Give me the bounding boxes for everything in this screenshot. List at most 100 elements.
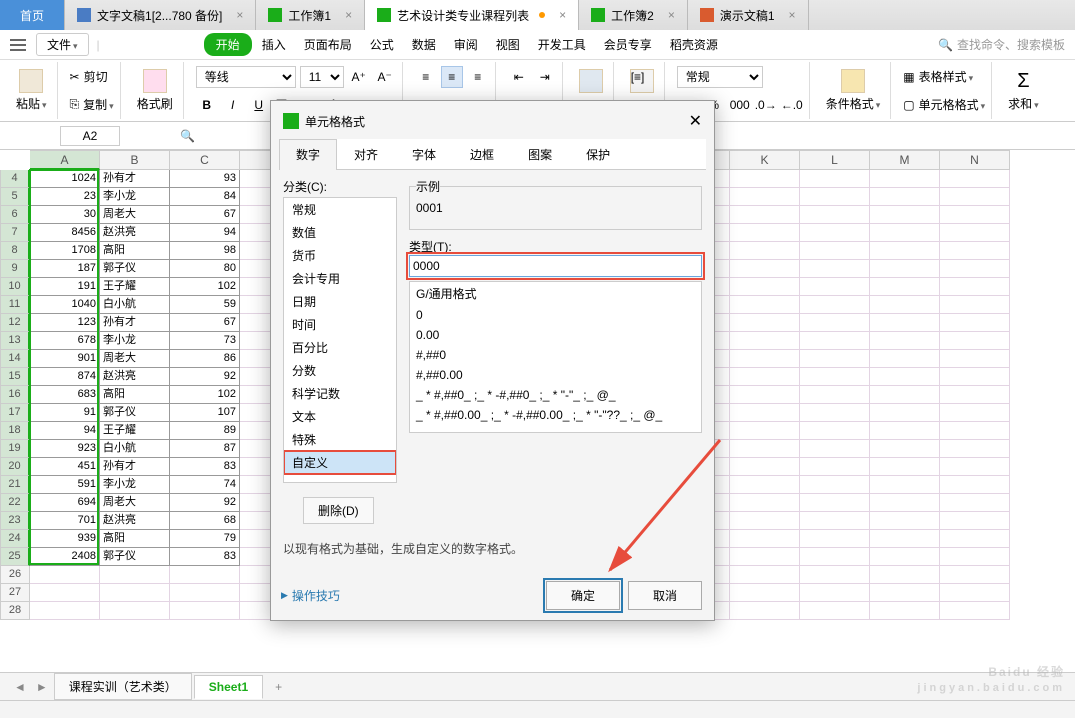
sheet-next-icon[interactable]: ► [32,680,52,694]
cell[interactable]: 周老大 [100,206,170,224]
cell[interactable]: 923 [30,440,100,458]
category-list[interactable]: 常规数值货币会计专用日期时间百分比分数科学记数文本特殊自定义 [283,197,397,483]
cell[interactable] [870,602,940,620]
row-header[interactable]: 6 [0,206,30,224]
cell[interactable]: 123 [30,314,100,332]
cell[interactable]: 107 [170,404,240,422]
sheet-tab-active[interactable]: Sheet1 [194,675,263,699]
cell[interactable]: 694 [30,494,100,512]
cell[interactable] [800,404,870,422]
tab-home[interactable]: 首页 [0,0,65,30]
hamburger-icon[interactable] [10,39,26,51]
cell[interactable] [730,404,800,422]
cell[interactable] [870,566,940,584]
file-menu[interactable]: 文件 [36,33,89,56]
cancel-button[interactable]: 取消 [628,581,702,610]
cell[interactable] [940,224,1010,242]
tips-link[interactable]: 操作技巧 [281,587,340,604]
align-mid-icon[interactable]: ≡ [441,66,463,88]
cell[interactable] [800,260,870,278]
cell[interactable]: 2408 [30,548,100,566]
cell[interactable] [870,170,940,188]
shrink-font-icon[interactable]: A⁻ [374,66,396,88]
cell[interactable]: 83 [170,548,240,566]
cell[interactable] [940,278,1010,296]
cell[interactable] [940,458,1010,476]
cell[interactable] [100,602,170,620]
tab-ppt[interactable]: 演示文稿1× [688,0,809,30]
menu-data[interactable]: 数据 [404,32,444,57]
cell[interactable]: 901 [30,350,100,368]
cell[interactable] [870,368,940,386]
cell[interactable] [100,566,170,584]
close-icon[interactable]: ✕ [689,111,702,131]
category-item[interactable]: 科学记数 [284,382,396,405]
cell[interactable]: 191 [30,278,100,296]
category-item[interactable]: 常规 [284,198,396,221]
cell[interactable] [940,170,1010,188]
cell[interactable] [870,314,940,332]
cell[interactable] [870,206,940,224]
cell[interactable] [940,350,1010,368]
cell[interactable] [940,332,1010,350]
cell[interactable] [730,458,800,476]
type-item[interactable]: #,##0 [410,345,701,365]
cell[interactable]: 8456 [30,224,100,242]
sheet-prev-icon[interactable]: ◄ [10,680,30,694]
cell[interactable] [940,296,1010,314]
menu-vip[interactable]: 会员专享 [596,32,660,57]
underline-icon[interactable]: U [248,94,270,116]
cell[interactable]: 68 [170,512,240,530]
row-header[interactable]: 20 [0,458,30,476]
row-header[interactable]: 9 [0,260,30,278]
cell[interactable] [30,584,100,602]
cell[interactable]: 1024 [30,170,100,188]
tab-sheet2[interactable]: 工作簿2× [579,0,688,30]
cell[interactable]: 94 [170,224,240,242]
row-header[interactable]: 4 [0,170,30,188]
cell[interactable]: 1708 [30,242,100,260]
row-header[interactable]: 18 [0,422,30,440]
menu-review[interactable]: 审阅 [446,32,486,57]
cell[interactable]: 102 [170,278,240,296]
cell[interactable] [730,548,800,566]
cell[interactable] [800,530,870,548]
cell[interactable] [730,188,800,206]
category-item[interactable]: 特殊 [284,428,396,451]
cell[interactable] [800,224,870,242]
cell[interactable]: 89 [170,422,240,440]
close-icon[interactable]: × [236,8,243,22]
cell[interactable] [940,530,1010,548]
tab-font[interactable]: 字体 [395,139,453,169]
cell[interactable]: 王子耀 [100,422,170,440]
category-item[interactable]: 分数 [284,359,396,382]
font-select[interactable]: 等线 [196,66,296,88]
type-input[interactable] [409,255,702,277]
cell[interactable]: 87 [170,440,240,458]
cell[interactable] [940,440,1010,458]
cell[interactable]: 1040 [30,296,100,314]
cell[interactable] [730,584,800,602]
cell[interactable] [800,170,870,188]
type-item[interactable]: G/通用格式 [410,282,701,305]
cell[interactable] [800,350,870,368]
cell[interactable]: 周老大 [100,494,170,512]
cell[interactable]: 高阳 [100,386,170,404]
row-header[interactable]: 8 [0,242,30,260]
cell[interactable] [870,476,940,494]
row-header[interactable]: 16 [0,386,30,404]
cell[interactable] [940,368,1010,386]
cell[interactable] [800,584,870,602]
comma-icon[interactable]: 000 [729,94,751,116]
cell[interactable] [870,350,940,368]
cell[interactable] [940,566,1010,584]
menu-formula[interactable]: 公式 [362,32,402,57]
cell[interactable] [170,602,240,620]
cell[interactable]: 高阳 [100,242,170,260]
cell[interactable] [730,242,800,260]
cell[interactable] [870,296,940,314]
name-box[interactable] [60,126,120,146]
category-item[interactable]: 数值 [284,221,396,244]
cell[interactable]: 李小龙 [100,332,170,350]
tab-number[interactable]: 数字 [279,139,337,170]
